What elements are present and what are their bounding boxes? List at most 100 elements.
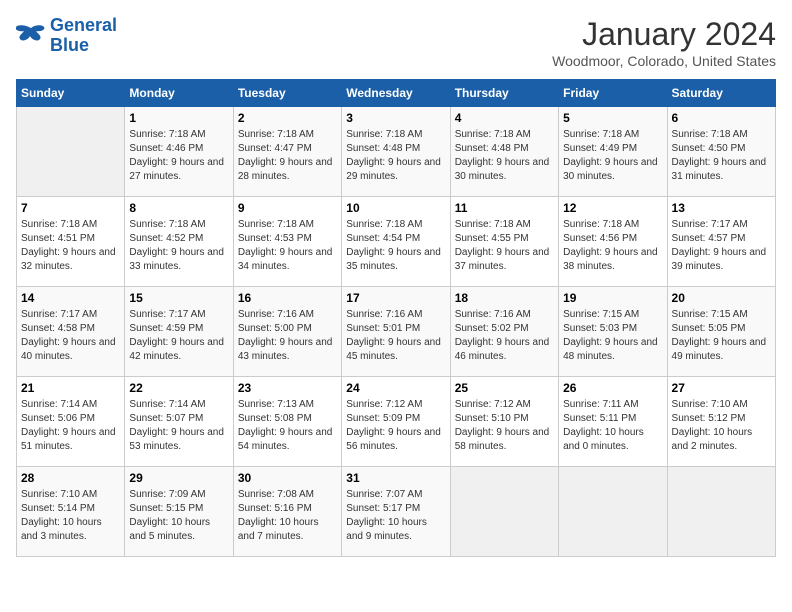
day-info: Sunrise: 7:18 AMSunset: 4:49 PMDaylight:… (563, 128, 662, 184)
sunrise-text: Sunrise: 7:17 AM (129, 309, 205, 320)
daylight-text: Daylight: 10 hours and 0 minutes. (563, 427, 644, 452)
sunset-text: Sunset: 5:14 PM (21, 503, 95, 514)
daylight-text: Daylight: 9 hours and 53 minutes. (129, 427, 224, 452)
sunset-text: Sunset: 5:15 PM (129, 503, 203, 514)
day-cell: 13Sunrise: 7:17 AMSunset: 4:57 PMDayligh… (667, 197, 775, 287)
day-number: 17 (346, 291, 445, 305)
sunrise-text: Sunrise: 7:10 AM (21, 489, 97, 500)
day-cell: 10Sunrise: 7:18 AMSunset: 4:54 PMDayligh… (342, 197, 450, 287)
day-cell: 29Sunrise: 7:09 AMSunset: 5:15 PMDayligh… (125, 467, 233, 557)
logo: General Blue (16, 16, 117, 56)
sunset-text: Sunset: 5:02 PM (455, 323, 529, 334)
day-info: Sunrise: 7:12 AMSunset: 5:10 PMDaylight:… (455, 398, 554, 454)
day-cell: 4 Sunrise: 7:18 AMSunset: 4:48 PMDaylight… (450, 107, 558, 197)
day-cell: 15Sunrise: 7:17 AMSunset: 4:59 PMDayligh… (125, 287, 233, 377)
day-cell: 8Sunrise: 7:18 AMSunset: 4:52 PMDaylight… (125, 197, 233, 287)
sunrise-text: Sunrise: 7:11 AM (563, 399, 638, 410)
day-cell: 25 Sunrise: 7:12 AMSunset: 5:10 PMDayligh… (450, 377, 558, 467)
day-cell: 1 Sunrise: 7:18 AMSunset: 4:46 PMDaylight… (125, 107, 233, 197)
day-cell: 14Sunrise: 7:17 AMSunset: 4:58 PMDayligh… (17, 287, 125, 377)
week-row-2: 7Sunrise: 7:18 AMSunset: 4:51 PMDaylight… (17, 197, 776, 287)
sunrise-text: Sunrise: 7:18 AM (21, 219, 97, 230)
day-number: 3 (346, 111, 445, 125)
day-info: Sunrise: 7:10 AMSunset: 5:14 PMDaylight:… (21, 488, 120, 544)
logo-text2: Blue (50, 36, 117, 56)
sunrise-text: Sunrise: 7:18 AM (563, 219, 639, 230)
day-cell: 22Sunrise: 7:14 AMSunset: 5:07 PMDayligh… (125, 377, 233, 467)
day-number: 19 (563, 291, 662, 305)
day-cell: 2Sunrise: 7:18 AMSunset: 4:47 PMDaylight… (233, 107, 341, 197)
sunset-text: Sunset: 5:17 PM (346, 503, 420, 514)
sunset-text: Sunset: 5:08 PM (238, 413, 312, 424)
day-number: 4 (455, 111, 554, 125)
sunrise-text: Sunrise: 7:14 AM (21, 399, 97, 410)
sunrise-text: Sunrise: 7:18 AM (346, 219, 422, 230)
sunrise-text: Sunrise: 7:16 AM (238, 309, 314, 320)
day-number: 20 (672, 291, 771, 305)
day-number: 14 (21, 291, 120, 305)
day-info: Sunrise: 7:13 AMSunset: 5:08 PMDaylight:… (238, 398, 337, 454)
daylight-text: Daylight: 10 hours and 2 minutes. (672, 427, 753, 452)
sunrise-text: Sunrise: 7:16 AM (455, 309, 531, 320)
day-number: 30 (238, 471, 337, 485)
day-info: Sunrise: 7:16 AMSunset: 5:02 PMDaylight:… (455, 308, 554, 364)
page-header: General Blue January 2024 Woodmoor, Colo… (16, 16, 776, 69)
sunset-text: Sunset: 4:48 PM (455, 143, 529, 154)
sunset-text: Sunset: 4:53 PM (238, 233, 312, 244)
day-info: Sunrise: 7:14 AMSunset: 5:07 PMDaylight:… (129, 398, 228, 454)
day-cell: 26Sunrise: 7:11 AMSunset: 5:11 PMDayligh… (559, 377, 667, 467)
day-info: Sunrise: 7:16 AMSunset: 5:01 PMDaylight:… (346, 308, 445, 364)
daylight-text: Daylight: 9 hours and 35 minutes. (346, 247, 441, 272)
daylight-text: Daylight: 9 hours and 29 minutes. (346, 157, 441, 182)
day-cell: 23Sunrise: 7:13 AMSunset: 5:08 PMDayligh… (233, 377, 341, 467)
day-info: Sunrise: 7:18 AM Sunset: 4:48 PM Daylight:… (346, 128, 445, 184)
day-number: 25 (455, 381, 554, 395)
day-info: Sunrise: 7:18 AMSunset: 4:55 PMDaylight:… (455, 218, 554, 274)
sunset-text: Sunset: 4:55 PM (455, 233, 529, 244)
sunset-text: Sunset: 4:48 PM (346, 143, 420, 154)
week-row-3: 14Sunrise: 7:17 AMSunset: 4:58 PMDayligh… (17, 287, 776, 377)
daylight-text: Daylight: 10 hours and 7 minutes. (238, 517, 319, 542)
day-cell: 30 Sunrise: 7:08 AMSunset: 5:16 PMDayligh… (233, 467, 341, 557)
logo-text: General (50, 16, 117, 36)
day-number: 26 (563, 381, 662, 395)
calendar-table: SundayMondayTuesdayWednesdayThursdayFrid… (16, 79, 776, 557)
day-cell (450, 467, 558, 557)
daylight-text: Daylight: 9 hours and 38 minutes. (563, 247, 658, 272)
sunrise-text: Sunrise: 7:13 AM (238, 399, 314, 410)
day-number: 2 (238, 111, 337, 125)
sunrise-text: Sunrise: 7:18 AM (129, 129, 205, 140)
sunrise-text: Sunrise: 7:12 AM (346, 399, 422, 410)
day-number: 31 (346, 471, 445, 485)
sunset-text: Sunset: 5:10 PM (455, 413, 529, 424)
day-info: Sunrise: 7:18 AMSunset: 4:48 PMDaylight:… (455, 128, 554, 184)
daylight-text: Daylight: 9 hours and 30 minutes. (563, 157, 658, 182)
day-number: 1 (129, 111, 228, 125)
day-cell: 12 Sunrise: 7:18 AM Sunset: 4:56 PM Dayligh… (559, 197, 667, 287)
sunrise-text: Sunrise: 7:18 AM (238, 129, 314, 140)
daylight-text: Daylight: 10 hours and 5 minutes. (129, 517, 210, 542)
weekday-header-saturday: Saturday (667, 80, 775, 107)
sunset-text: Sunset: 5:05 PM (672, 323, 746, 334)
day-cell: 19Sunrise: 7:15 AMSunset: 5:03 PMDayligh… (559, 287, 667, 377)
day-info: Sunrise: 7:09 AMSunset: 5:15 PMDaylight:… (129, 488, 228, 544)
daylight-text: Daylight: 9 hours and 28 minutes. (238, 157, 333, 182)
day-info: Sunrise: 7:08 AMSunset: 5:16 PMDaylight:… (238, 488, 337, 544)
calendar-subtitle: Woodmoor, Colorado, United States (552, 53, 776, 69)
day-cell (559, 467, 667, 557)
day-number: 12 (563, 201, 662, 215)
calendar-title: January 2024 (552, 16, 776, 53)
sunset-text: Sunset: 5:12 PM (672, 413, 746, 424)
day-info: Sunrise: 7:18 AMSunset: 4:46 PMDaylight:… (129, 128, 228, 184)
sunrise-text: Sunrise: 7:18 AM (346, 129, 422, 140)
day-cell: 17 Sunrise: 7:16 AMSunset: 5:01 PMDayligh… (342, 287, 450, 377)
sunrise-text: Sunrise: 7:15 AM (672, 309, 748, 320)
sunset-text: Sunset: 4:59 PM (129, 323, 203, 334)
sunrise-text: Sunrise: 7:08 AM (238, 489, 314, 500)
day-info: Sunrise: 7:18 AMSunset: 4:54 PMDaylight:… (346, 218, 445, 274)
day-number: 7 (21, 201, 120, 215)
day-number: 21 (21, 381, 120, 395)
sunset-text: Sunset: 4:56 PM (563, 233, 637, 244)
day-number: 9 (238, 201, 337, 215)
daylight-text: Daylight: 9 hours and 32 minutes. (21, 247, 116, 272)
